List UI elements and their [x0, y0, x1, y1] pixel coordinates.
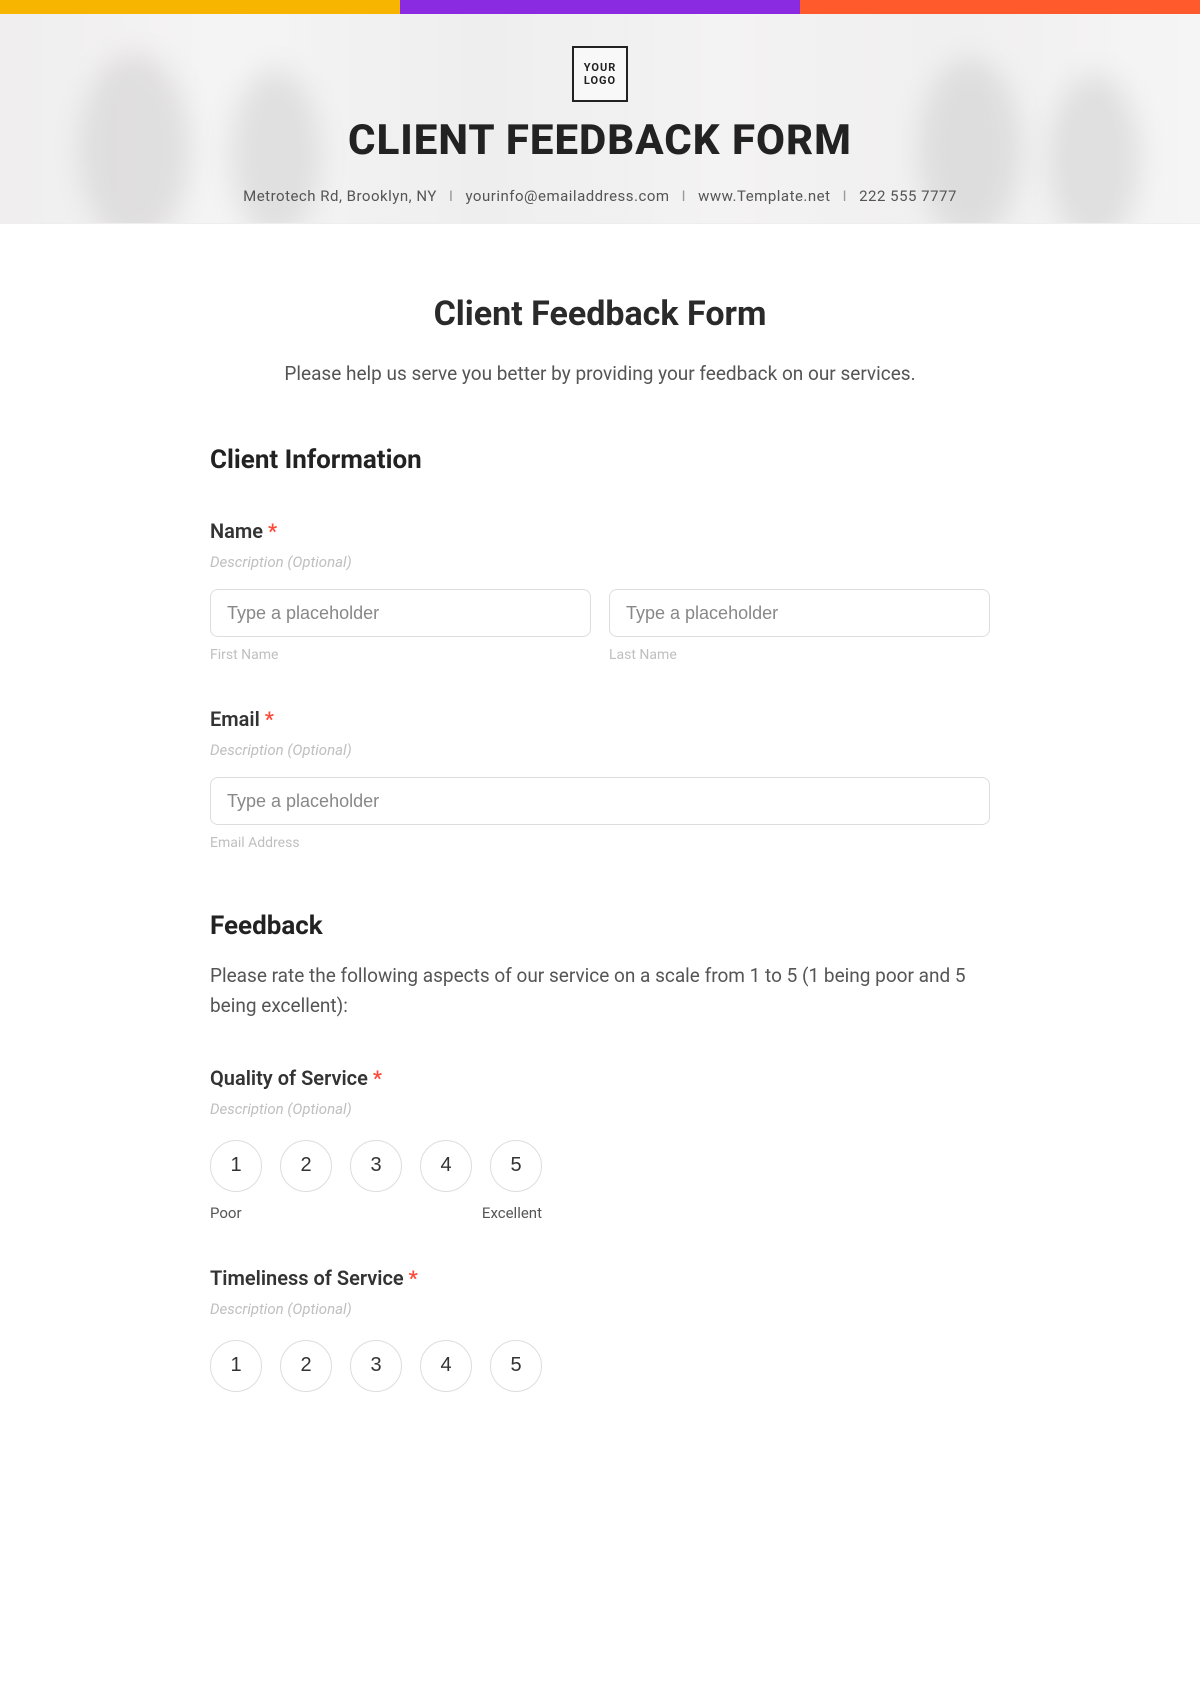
- required-mark: *: [265, 707, 274, 731]
- required-mark: *: [268, 519, 277, 543]
- required-mark: *: [409, 1266, 418, 1290]
- field-label-name: Name *: [210, 519, 990, 543]
- hero-banner: YOURLOGO CLIENT FEEDBACK FORM Metrotech …: [0, 14, 1200, 224]
- field-description: Description (Optional): [210, 741, 990, 759]
- rating-captions: Poor Excellent: [210, 1204, 542, 1222]
- form-title: Client Feedback Form: [210, 294, 990, 334]
- field-timeliness: Timeliness of Service * Description (Opt…: [210, 1266, 990, 1392]
- rating-button[interactable]: 2: [280, 1340, 332, 1392]
- field-label-timeliness: Timeliness of Service *: [210, 1266, 990, 1290]
- label-text: Quality of Service: [210, 1066, 368, 1090]
- last-name-input[interactable]: [609, 589, 990, 637]
- hero-email: yourinfo@emailaddress.com: [465, 187, 669, 205]
- rating-button[interactable]: 1: [210, 1140, 262, 1192]
- hero-phone: 222 555 7777: [859, 187, 957, 205]
- field-label-quality: Quality of Service *: [210, 1066, 990, 1090]
- hero-contact-line: Metrotech Rd, Brooklyn, NY I yourinfo@em…: [243, 187, 957, 205]
- field-email: Email * Description (Optional) Email Add…: [210, 707, 990, 851]
- separator: I: [682, 187, 687, 205]
- rating-button[interactable]: 1: [210, 1340, 262, 1392]
- first-name-input[interactable]: [210, 589, 591, 637]
- hero-website: www.Template.net: [698, 187, 830, 205]
- required-mark: *: [373, 1066, 382, 1090]
- field-description: Description (Optional): [210, 1100, 990, 1118]
- label-text: Timeliness of Service: [210, 1266, 404, 1290]
- label-text: Name: [210, 519, 263, 543]
- form-content: Client Feedback Form Please help us serv…: [190, 224, 1010, 1432]
- section-heading-client-info: Client Information: [210, 445, 990, 475]
- rating-button[interactable]: 4: [420, 1340, 472, 1392]
- email-input[interactable]: [210, 777, 990, 825]
- rating-button[interactable]: 2: [280, 1140, 332, 1192]
- field-quality: Quality of Service * Description (Option…: [210, 1066, 990, 1222]
- top-stripe: [0, 0, 1200, 14]
- separator: I: [449, 187, 454, 205]
- stripe-1: [0, 0, 400, 14]
- bg-blur: [1050, 74, 1140, 224]
- feedback-intro: Please rate the following aspects of our…: [210, 961, 990, 1022]
- rating-button[interactable]: 5: [490, 1140, 542, 1192]
- caption-low: Poor: [210, 1204, 242, 1222]
- field-description: Description (Optional): [210, 1300, 990, 1318]
- stripe-3: [800, 0, 1200, 14]
- section-heading-feedback: Feedback: [210, 911, 990, 941]
- bg-blur: [80, 54, 190, 224]
- rating-button[interactable]: 5: [490, 1340, 542, 1392]
- label-text: Email: [210, 707, 260, 731]
- hero-address: Metrotech Rd, Brooklyn, NY: [243, 187, 437, 205]
- sublabel-first-name: First Name: [210, 647, 591, 663]
- field-label-email: Email *: [210, 707, 990, 731]
- separator: I: [843, 187, 848, 205]
- rating-row-quality: 1 2 3 4 5: [210, 1140, 990, 1192]
- logo-placeholder: YOURLOGO: [572, 46, 628, 102]
- rating-button[interactable]: 4: [420, 1140, 472, 1192]
- rating-button[interactable]: 3: [350, 1340, 402, 1392]
- form-intro: Please help us serve you better by provi…: [210, 362, 990, 385]
- sublabel-email: Email Address: [210, 835, 990, 851]
- field-description: Description (Optional): [210, 553, 990, 571]
- hero-title: CLIENT FEEDBACK FORM: [348, 116, 852, 165]
- stripe-2: [400, 0, 800, 14]
- rating-row-timeliness: 1 2 3 4 5: [210, 1340, 990, 1392]
- sublabel-last-name: Last Name: [609, 647, 990, 663]
- rating-button[interactable]: 3: [350, 1140, 402, 1192]
- field-name: Name * Description (Optional) First Name…: [210, 519, 990, 663]
- caption-high: Excellent: [482, 1204, 542, 1222]
